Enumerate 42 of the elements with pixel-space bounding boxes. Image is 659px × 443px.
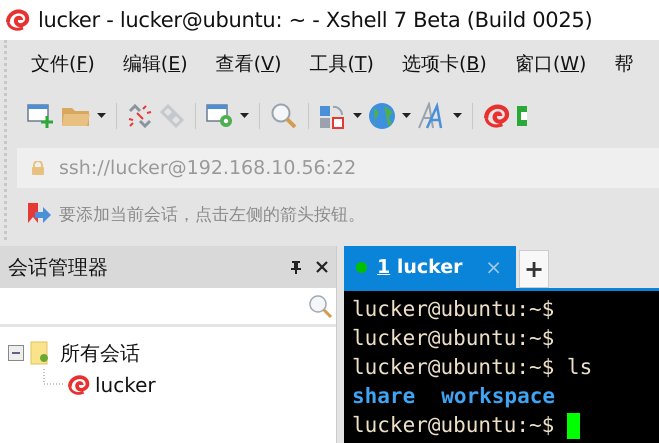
tree-item[interactable]: lucker	[95, 373, 156, 397]
search-icon[interactable]	[270, 102, 298, 130]
window-title: lucker - lucker@ubuntu: ~ - Xshell 7 Beta (Build 0025)	[38, 8, 592, 32]
tree-item[interactable]: 所有会话	[60, 340, 140, 366]
search-icon[interactable]	[308, 294, 332, 318]
menu-item[interactable]: 编辑(E)	[122, 51, 188, 77]
terminal-line: lucker@ubuntu:~$	[352, 412, 556, 439]
close-icon[interactable]	[316, 261, 328, 273]
settings-icon[interactable]	[206, 103, 234, 129]
disconnect-icon[interactable]	[127, 103, 153, 129]
app-logo-icon	[6, 8, 30, 32]
caret-icon[interactable]	[240, 113, 249, 119]
directory-name: workspace	[441, 383, 556, 410]
menu-item[interactable]: 文件(F)	[31, 51, 95, 77]
menu-item[interactable]: 窗口(W)	[514, 51, 586, 77]
globe-icon[interactable]	[368, 102, 396, 130]
menu-item[interactable]: 查看(V)	[216, 51, 282, 77]
caret-icon[interactable]	[453, 113, 462, 119]
caret-icon[interactable]	[353, 113, 362, 119]
terminal-screen[interactable]: lucker@ubuntu:~$ lucker@ubuntu:~$ lucker@ubuntu:~$ ls share workspace lucker@ubuntu:~$	[344, 291, 659, 443]
session-tab[interactable]: 1 lucker ×	[344, 246, 516, 288]
new-session-icon[interactable]	[27, 103, 55, 129]
app-logo-icon[interactable]	[483, 103, 511, 129]
terminal-icon[interactable]	[517, 104, 527, 128]
folder-icon	[30, 341, 50, 365]
panel-title: 会话管理器	[8, 254, 109, 280]
session-icon	[67, 374, 91, 396]
caret-icon[interactable]	[402, 113, 411, 119]
collapse-icon[interactable]	[8, 345, 24, 361]
terminal-line: lucker@ubuntu:~$	[352, 296, 554, 323]
lock-icon	[31, 161, 45, 175]
hint-text: 要添加当前会话，点击左侧的箭头按钮。	[59, 204, 365, 226]
terminal-line: lucker@ubuntu:~$ ls	[352, 354, 592, 381]
add-session-arrow-icon[interactable]	[27, 202, 53, 226]
directory-name: share	[352, 383, 416, 410]
caret-icon[interactable]	[97, 113, 106, 119]
menu-item[interactable]: 帮	[614, 51, 634, 77]
new-tab-button[interactable]: +	[519, 250, 549, 288]
menu-item[interactable]: 选项卡(B)	[402, 51, 487, 77]
terminal-line: lucker@ubuntu:~$	[352, 325, 554, 352]
menu-item[interactable]: 工具(T)	[309, 51, 374, 77]
pin-icon[interactable]	[290, 260, 302, 274]
